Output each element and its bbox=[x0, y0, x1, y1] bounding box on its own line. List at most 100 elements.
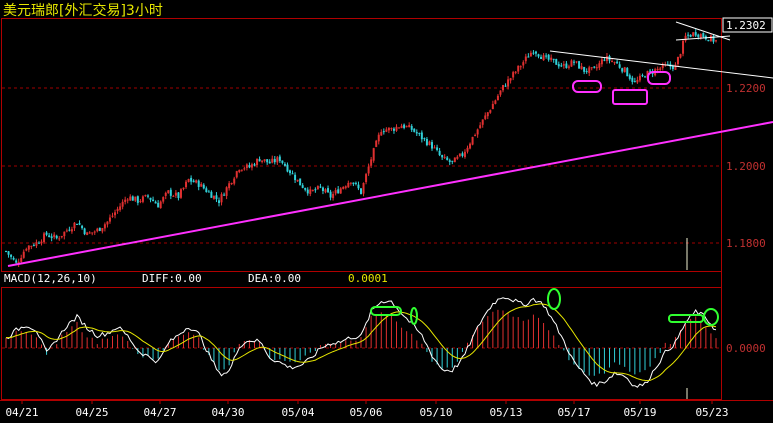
candle-body bbox=[111, 215, 114, 217]
candle-body bbox=[248, 165, 251, 168]
candle-body bbox=[420, 132, 423, 140]
candle-body bbox=[86, 232, 89, 236]
candle-body bbox=[202, 184, 205, 189]
candle-body bbox=[35, 242, 38, 246]
x-tick-label: 04/21 bbox=[5, 406, 38, 419]
candle-body bbox=[78, 223, 81, 225]
candle-body bbox=[385, 129, 388, 132]
candle-body bbox=[360, 188, 362, 195]
candle-body bbox=[684, 35, 687, 41]
x-tick-label: 05/17 bbox=[557, 406, 590, 419]
candle-body bbox=[676, 56, 679, 64]
candle-body bbox=[431, 142, 433, 149]
candle-body bbox=[30, 245, 33, 247]
candle-body bbox=[268, 161, 271, 164]
x-tick-label: 05/13 bbox=[489, 406, 522, 419]
candle-body bbox=[179, 189, 182, 198]
candle-body bbox=[258, 159, 261, 162]
candle-body bbox=[182, 187, 185, 190]
candle-body bbox=[441, 155, 444, 158]
candle-body bbox=[436, 147, 439, 151]
macd-indicator-name: MACD(12,26,10) bbox=[4, 272, 97, 285]
candle-body bbox=[271, 158, 274, 163]
candle-body bbox=[144, 194, 147, 197]
candle-body bbox=[496, 95, 499, 101]
candle-body bbox=[707, 39, 710, 42]
candle-body bbox=[656, 68, 659, 71]
price-candles bbox=[5, 29, 717, 268]
x-tick-label: 04/27 bbox=[143, 406, 176, 419]
candle-body bbox=[479, 125, 482, 129]
candle-body bbox=[261, 160, 264, 162]
candle-body bbox=[400, 125, 403, 129]
candle-body bbox=[103, 224, 106, 229]
candle-body bbox=[616, 61, 619, 64]
macd-diff-label: DIFF:0.00 bbox=[142, 272, 202, 285]
candle-body bbox=[423, 138, 426, 140]
candle-body bbox=[304, 187, 307, 190]
candle-body bbox=[43, 233, 46, 243]
candle-body bbox=[172, 195, 175, 197]
x-axis-ticks: 04/21 04/25 04/27 04/30 05/04 05/06 05/10 05/13… bbox=[5, 400, 729, 419]
candle-body bbox=[593, 66, 596, 68]
candle-body bbox=[20, 257, 23, 262]
candle-body bbox=[570, 60, 573, 67]
price-panel-frame bbox=[1, 18, 722, 272]
candle-body bbox=[514, 71, 517, 73]
candle-body bbox=[286, 164, 289, 172]
candle-body bbox=[370, 159, 373, 166]
candle-body bbox=[174, 192, 177, 196]
candle-body bbox=[469, 143, 472, 149]
candle-body bbox=[149, 197, 152, 200]
candle-body bbox=[623, 67, 626, 73]
candle-body bbox=[225, 187, 228, 196]
candle-body bbox=[697, 34, 700, 37]
candle-body bbox=[476, 129, 479, 135]
candle-body bbox=[524, 56, 527, 62]
candle-body bbox=[162, 197, 165, 202]
candle-body bbox=[456, 156, 459, 159]
candle-body bbox=[552, 58, 555, 60]
candle-body bbox=[164, 192, 167, 196]
candle-body bbox=[324, 189, 327, 193]
candle-body bbox=[339, 188, 342, 194]
chart-title: 美元瑞郎[外汇交易]3小时 bbox=[3, 3, 163, 19]
candle-body bbox=[314, 189, 317, 191]
candle-body bbox=[177, 192, 180, 199]
candle-body bbox=[481, 119, 484, 125]
candle-body bbox=[474, 135, 477, 137]
candle-body bbox=[294, 174, 297, 181]
candle-body bbox=[316, 186, 319, 190]
candle-body bbox=[342, 186, 345, 189]
candle-body bbox=[580, 66, 583, 70]
candle-body bbox=[332, 194, 335, 199]
candle-body bbox=[694, 32, 697, 36]
candle-body bbox=[76, 223, 78, 225]
macd-price-chart: 1.2302 1.2200 1.2000 1.1800 0.0000 04/21… bbox=[0, 17, 773, 419]
candle-body bbox=[266, 159, 269, 163]
candle-body bbox=[466, 147, 469, 152]
candle-body bbox=[451, 160, 454, 162]
candle-body bbox=[48, 235, 51, 238]
candle-body bbox=[375, 140, 378, 147]
candle-body bbox=[590, 67, 593, 69]
candle-body bbox=[45, 232, 48, 235]
highlight-box-3 bbox=[647, 71, 671, 85]
candle-body bbox=[5, 251, 7, 253]
candle-body bbox=[699, 34, 702, 38]
candle-body bbox=[557, 64, 560, 67]
candle-body bbox=[532, 52, 535, 54]
candle-body bbox=[357, 184, 360, 189]
candle-body bbox=[273, 159, 276, 163]
candle-body bbox=[114, 212, 117, 216]
candle-body bbox=[600, 59, 603, 65]
candle-body bbox=[595, 67, 598, 69]
candle-body bbox=[12, 257, 15, 260]
candle-body bbox=[98, 227, 101, 231]
macd-mark-4 bbox=[668, 314, 704, 323]
candle-body bbox=[692, 32, 695, 37]
candle-body bbox=[68, 229, 71, 231]
candle-body bbox=[7, 251, 10, 255]
candle-body bbox=[344, 186, 347, 188]
macd-histogram bbox=[5, 309, 717, 376]
